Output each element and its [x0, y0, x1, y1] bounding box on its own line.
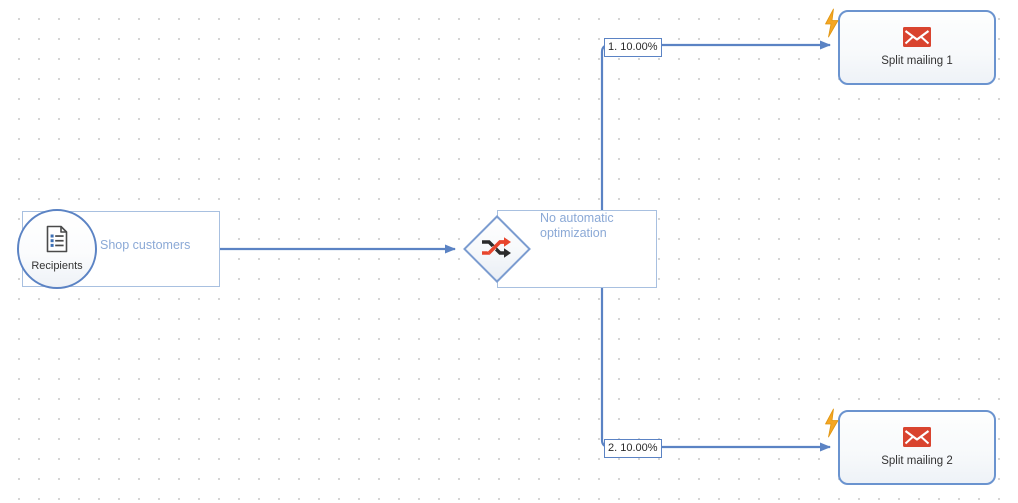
document-list-icon: [44, 225, 70, 258]
edge-label-branch-1[interactable]: 1. 10.00%: [604, 38, 662, 57]
envelope-icon: [903, 27, 931, 47]
lightning-bolt-icon: [822, 8, 842, 38]
lightning-bolt-icon: [822, 408, 842, 438]
activity-title-shop-customers: Shop customers: [100, 238, 191, 252]
node-label-split-mailing-2: Split mailing 2: [881, 455, 953, 467]
shuffle-icon: [480, 234, 513, 264]
node-split[interactable]: [463, 215, 531, 283]
node-split-mailing-2[interactable]: Split mailing 2: [825, 408, 996, 485]
workflow-canvas[interactable]: Shop customers Recipients No automatic o…: [0, 0, 1018, 503]
envelope-icon: [903, 427, 931, 447]
node-split-mailing-1[interactable]: Split mailing 1: [825, 8, 996, 85]
edge-label-branch-2[interactable]: 2. 10.00%: [604, 439, 662, 458]
node-recipients[interactable]: Recipients: [17, 209, 97, 289]
node-label-recipients: Recipients: [31, 260, 83, 272]
node-label-split-mailing-1: Split mailing 1: [881, 55, 953, 67]
activity-title-no-automatic-optimization: No automatic optimization: [540, 211, 614, 240]
